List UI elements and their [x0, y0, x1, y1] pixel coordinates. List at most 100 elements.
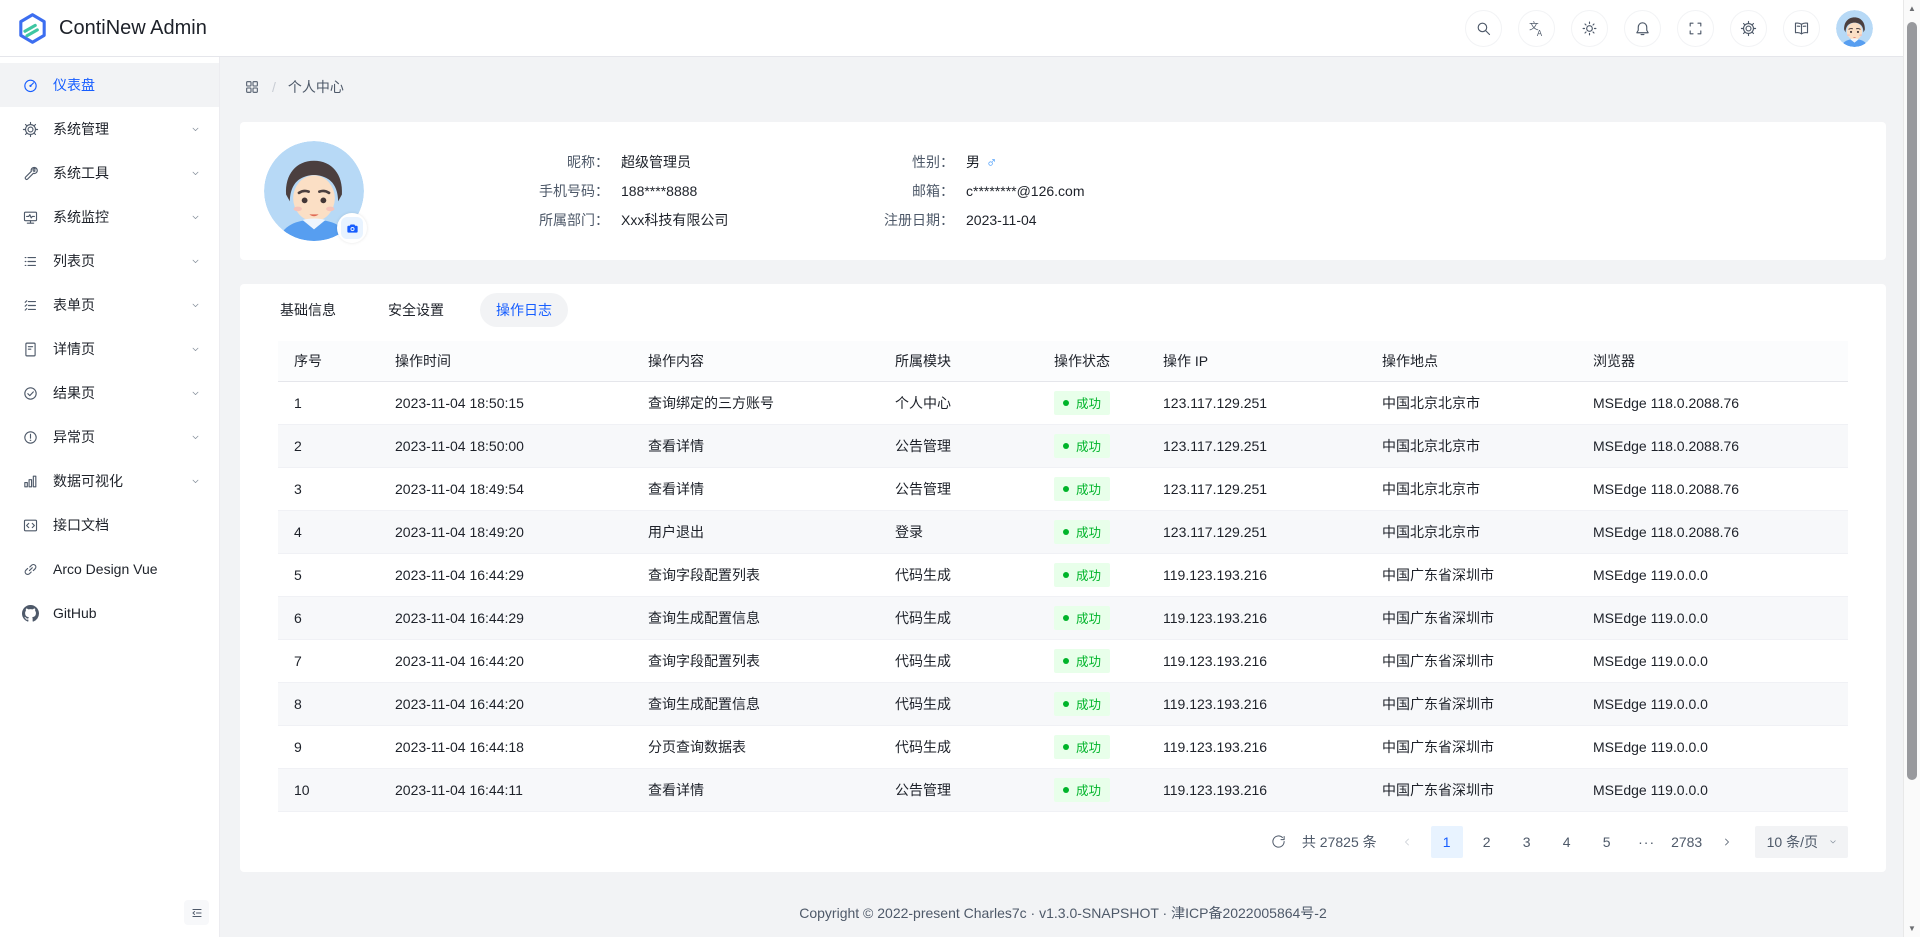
user-avatar-button[interactable]	[1836, 10, 1873, 47]
apps-grid-icon[interactable]	[244, 79, 260, 95]
sidebar-item-dashboard[interactable]: 仪表盘	[0, 63, 219, 107]
form-icon	[22, 297, 39, 314]
main-content: / 个人中心 昵称：超级管理员手机号码：188****8888所属部门：Xxx科…	[220, 0, 1903, 937]
sidebar-item-label: 详情页	[53, 339, 199, 359]
cell-no: 5	[278, 553, 379, 596]
tab-security-settings[interactable]: 安全设置	[388, 300, 444, 320]
sidebar-item-list-page[interactable]: 列表页	[0, 239, 219, 283]
log-table-header-row: 序号操作时间操作内容所属模块操作状态操作 IP操作地点浏览器	[278, 341, 1848, 381]
profile-field: 所属部门：Xxx科技有限公司	[499, 208, 844, 232]
sidebar-item-system-monitor[interactable]: 系统监控	[0, 195, 219, 239]
cell-status: 成功	[1038, 467, 1147, 510]
status-text: 成功	[1076, 694, 1101, 713]
sidebar-item-arco-design-vue[interactable]: Arco Design Vue	[0, 547, 219, 591]
sidebar-item-exception-page[interactable]: 异常页	[0, 415, 219, 459]
tab-basic-info[interactable]: 基础信息	[280, 300, 336, 320]
table-row: 12023-11-04 18:50:15查询绑定的三方账号个人中心成功123.1…	[278, 381, 1848, 424]
profile-avatar	[264, 141, 364, 241]
profile-field-label: 手机号码：	[499, 181, 609, 201]
sidebar-item-system-tools[interactable]: 系统工具	[0, 151, 219, 195]
sidebar-item-data-visualization[interactable]: 数据可视化	[0, 459, 219, 503]
page-scrollbar[interactable]: ▲ ▼	[1903, 0, 1920, 937]
cell-location: 中国广东省深圳市	[1366, 553, 1577, 596]
cell-browser: MSEdge 118.0.2088.76	[1577, 381, 1848, 424]
sidebar-item-detail-page[interactable]: 详情页	[0, 327, 219, 371]
cell-ip: 119.123.193.216	[1147, 768, 1366, 811]
cell-browser: MSEdge 119.0.0.0	[1577, 682, 1848, 725]
page-button[interactable]: 4	[1551, 826, 1583, 858]
profile-field-label: 昵称：	[499, 152, 609, 172]
app-title: ContiNew Admin	[59, 17, 207, 40]
cell-module: 登录	[879, 510, 1038, 553]
cell-content: 查看详情	[632, 467, 879, 510]
page-size-select[interactable]: 10 条/页	[1755, 826, 1848, 858]
sidebar-item-form-page[interactable]: 表单页	[0, 283, 219, 327]
theme-button[interactable]	[1571, 10, 1608, 47]
cell-status: 成功	[1038, 510, 1147, 553]
scrollbar-thumb[interactable]	[1907, 22, 1917, 780]
fullscreen-button[interactable]	[1677, 10, 1714, 47]
scroll-up-arrow-icon[interactable]: ▲	[1904, 4, 1920, 13]
cell-no: 7	[278, 639, 379, 682]
cell-browser: MSEdge 119.0.0.0	[1577, 596, 1848, 639]
navbar-actions: 文A	[1465, 10, 1873, 47]
list-icon	[22, 253, 39, 270]
cell-content: 查询字段配置列表	[632, 553, 879, 596]
profile-field-value: Xxx科技有限公司	[621, 210, 728, 230]
page-button[interactable]: 1	[1431, 826, 1463, 858]
cell-content: 用户退出	[632, 510, 879, 553]
cell-no: 1	[278, 381, 379, 424]
docs-button[interactable]	[1783, 10, 1820, 47]
status-text: 成功	[1076, 651, 1101, 670]
cell-location: 中国广东省深圳市	[1366, 639, 1577, 682]
sidebar-item-label: 数据可视化	[53, 471, 199, 491]
language-button[interactable]: 文A	[1518, 10, 1555, 47]
cell-status: 成功	[1038, 682, 1147, 725]
cell-ip: 123.117.129.251	[1147, 510, 1366, 553]
profile-card: 昵称：超级管理员手机号码：188****8888所属部门：Xxx科技有限公司 性…	[240, 122, 1886, 260]
status-badge: 成功	[1054, 606, 1110, 630]
cell-ip: 123.117.129.251	[1147, 381, 1366, 424]
search-button[interactable]	[1465, 10, 1502, 47]
cell-ip: 119.123.193.216	[1147, 553, 1366, 596]
change-avatar-button[interactable]	[337, 213, 367, 243]
cell-no: 6	[278, 596, 379, 639]
sidebar-item-label: 系统监控	[53, 207, 199, 227]
tab-operation-log[interactable]: 操作日志	[480, 293, 568, 327]
page-button[interactable]: 5	[1591, 826, 1623, 858]
cell-location: 中国广东省深圳市	[1366, 682, 1577, 725]
settings-button[interactable]	[1730, 10, 1767, 47]
prev-page-button[interactable]	[1391, 826, 1423, 858]
profile-field: 昵称：超级管理员	[499, 150, 844, 174]
cell-location: 中国广东省深圳市	[1366, 596, 1577, 639]
brand[interactable]: ContiNew Admin	[16, 12, 207, 45]
sidebar-item-system-management[interactable]: 系统管理	[0, 107, 219, 151]
status-dot-icon	[1063, 400, 1069, 406]
sidebar-item-github[interactable]: GitHub	[0, 591, 219, 635]
cell-browser: MSEdge 118.0.2088.76	[1577, 510, 1848, 553]
page-button[interactable]: 2783	[1671, 826, 1703, 858]
sidebar-item-label: 列表页	[53, 251, 199, 271]
sidebar-collapse-button[interactable]	[184, 900, 209, 925]
column-header: 序号	[278, 341, 379, 381]
sidebar-item-label: 接口文档	[53, 515, 199, 535]
cell-no: 3	[278, 467, 379, 510]
page-size-value: 10 条/页	[1767, 832, 1818, 852]
status-dot-icon	[1063, 572, 1069, 578]
sidebar-item-result-page[interactable]: 结果页	[0, 371, 219, 415]
next-page-button[interactable]	[1711, 826, 1743, 858]
cell-module: 代码生成	[879, 553, 1038, 596]
cell-location: 中国广东省深圳市	[1366, 768, 1577, 811]
notifications-button[interactable]	[1624, 10, 1661, 47]
page-button[interactable]: 3	[1511, 826, 1543, 858]
user-avatar	[1836, 10, 1873, 47]
status-text: 成功	[1076, 479, 1101, 498]
cell-module: 代码生成	[879, 725, 1038, 768]
page-button[interactable]: 2	[1471, 826, 1503, 858]
sidebar: 仪表盘系统管理系统工具系统监控列表页表单页详情页结果页异常页数据可视化接口文档 A…	[0, 57, 220, 937]
refresh-icon[interactable]	[1271, 834, 1286, 849]
cell-module: 公告管理	[879, 424, 1038, 467]
scroll-down-arrow-icon[interactable]: ▼	[1904, 924, 1920, 933]
sidebar-item-api-docs[interactable]: 接口文档	[0, 503, 219, 547]
status-dot-icon	[1063, 529, 1069, 535]
